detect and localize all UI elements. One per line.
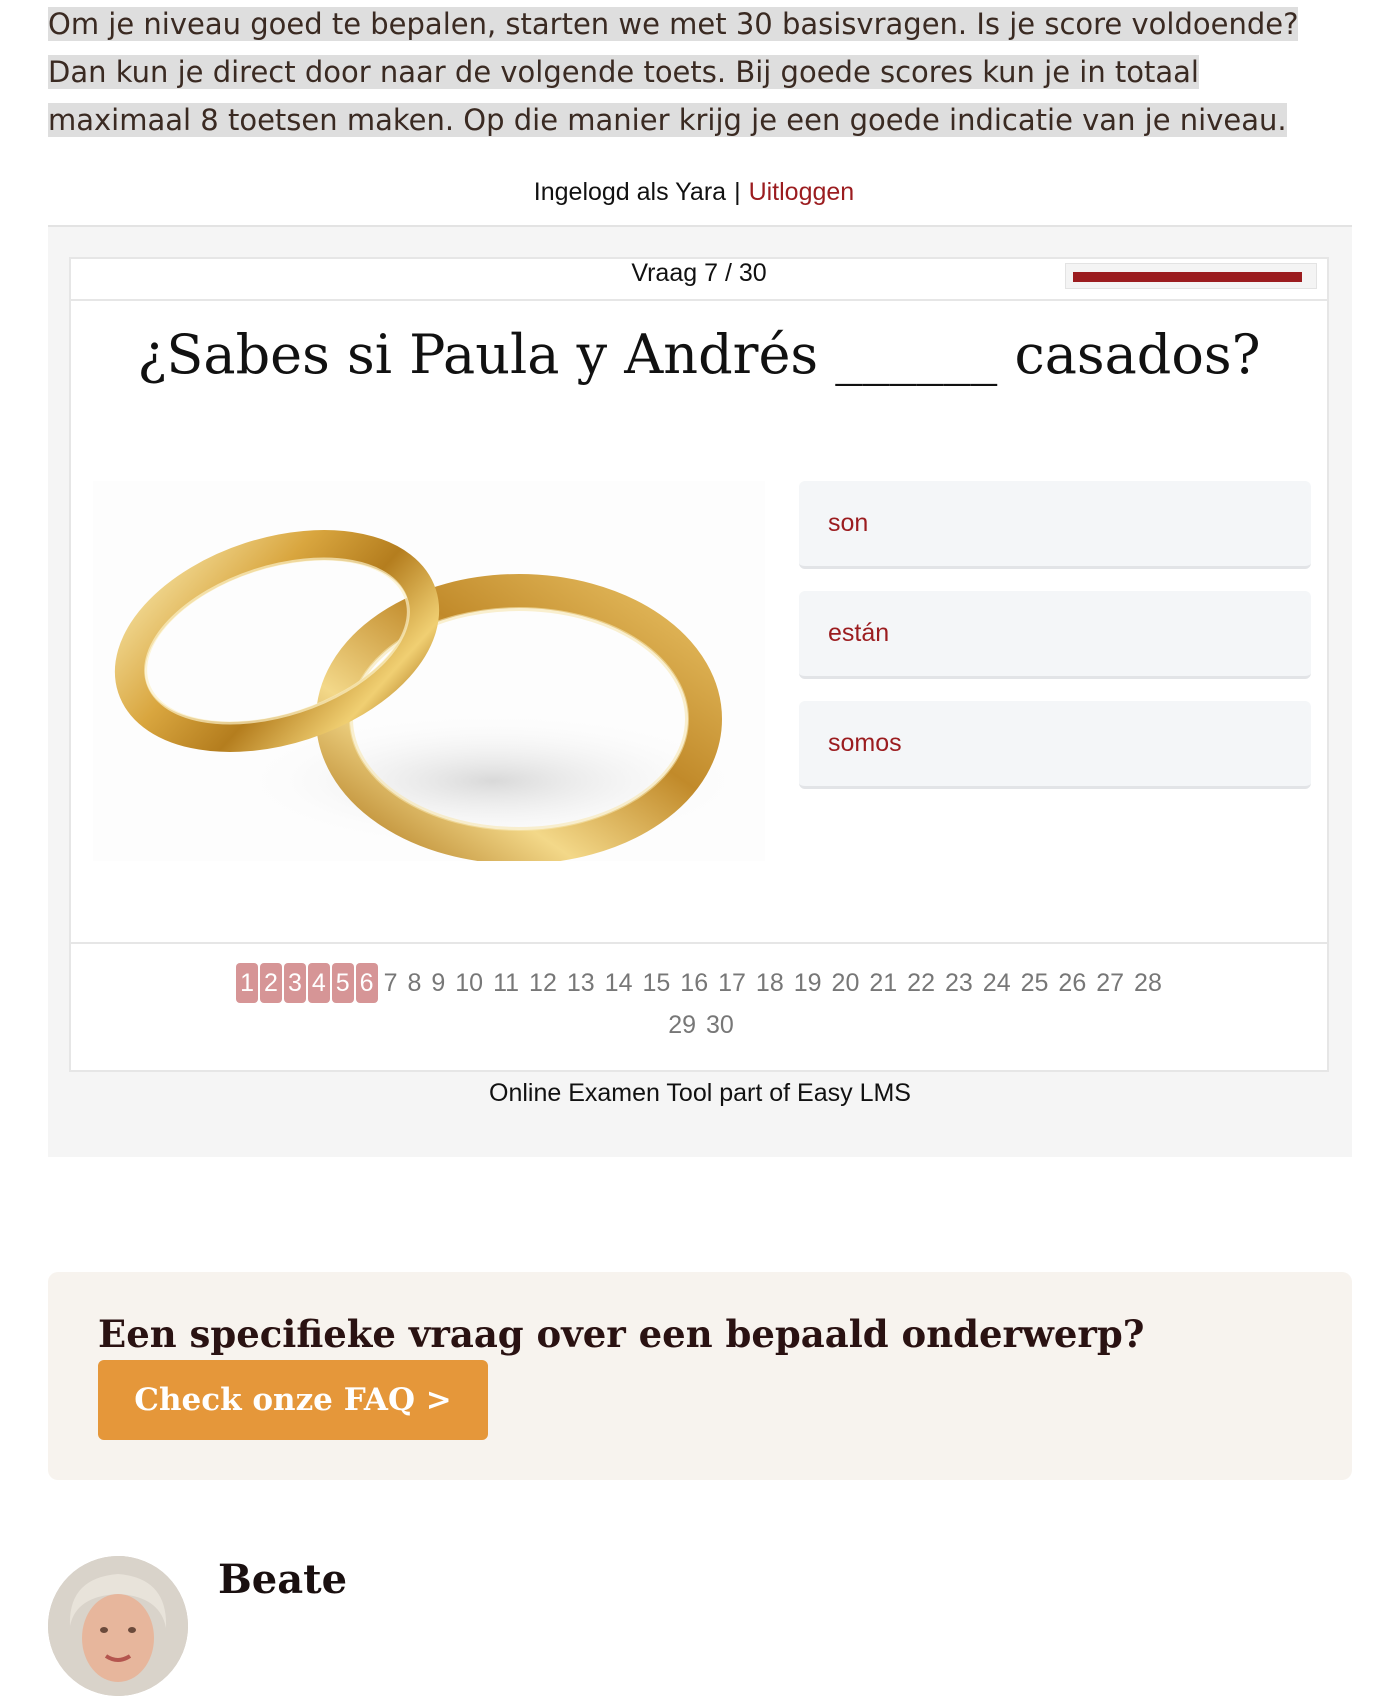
- page-link-17[interactable]: 17: [718, 962, 746, 1004]
- question-text: ¿Sabes si Paula y Andrés ______ casados?: [137, 323, 1261, 386]
- faq-button[interactable]: Check onze FAQ >: [98, 1360, 488, 1440]
- answer-option-somos[interactable]: somos: [799, 701, 1311, 789]
- logout-link[interactable]: Uitloggen: [749, 178, 855, 206]
- page-link-25[interactable]: 25: [1021, 962, 1049, 1004]
- page-link-3[interactable]: 3: [283, 963, 306, 1003]
- author-name: Beate: [218, 1556, 348, 1603]
- exam-header: Vraag 7 / 30: [71, 259, 1327, 301]
- page-link-13[interactable]: 13: [567, 962, 595, 1004]
- login-separator: |: [734, 178, 741, 206]
- answer-option-son[interactable]: son: [799, 481, 1311, 569]
- answer-list: son están somos: [799, 481, 1311, 811]
- page-link-23[interactable]: 23: [945, 962, 973, 1004]
- faq-title: Een specifieke vraag over een bepaald on…: [98, 1312, 1145, 1356]
- page-link-18[interactable]: 18: [756, 962, 784, 1004]
- page-link-28[interactable]: 28: [1134, 962, 1162, 1004]
- page-link-1[interactable]: 1: [236, 963, 259, 1003]
- exam-pagination-area: 1 2 3 4 5 6 7 8 9 10 11 12 13 14 15 16 17 18 19 20 21 22 23 24 2…: [71, 942, 1327, 1072]
- exam-panel: Vraag 7 / 30 ¿Sabes si Paula y Andrés __…: [69, 257, 1329, 1072]
- page-link-21[interactable]: 21: [869, 962, 897, 1004]
- login-status: Ingelogd als Yara | Uitloggen: [0, 178, 1388, 207]
- page-link-16[interactable]: 16: [680, 962, 708, 1004]
- page-link-7[interactable]: 7: [384, 962, 398, 1004]
- page-link-12[interactable]: 12: [529, 962, 557, 1004]
- page-link-6[interactable]: 6: [355, 963, 378, 1003]
- faq-card: Een specifieke vraag over een bepaald on…: [48, 1272, 1352, 1480]
- author-block: Beate: [48, 1556, 548, 1696]
- page-link-8[interactable]: 8: [407, 962, 421, 1004]
- page-link-10[interactable]: 10: [455, 962, 483, 1004]
- powered-by: Online Examen Tool part of Easy LMS: [489, 1079, 911, 1107]
- avatar: [48, 1556, 188, 1696]
- page-link-20[interactable]: 20: [832, 962, 860, 1004]
- exam-container: Vraag 7 / 30 ¿Sabes si Paula y Andrés __…: [48, 225, 1352, 1157]
- progress-bar: [1065, 263, 1317, 289]
- page-link-27[interactable]: 27: [1096, 962, 1124, 1004]
- answer-option-estan[interactable]: están: [799, 591, 1311, 679]
- intro-text: Om je niveau goed te bepalen, starten we…: [48, 0, 1344, 144]
- page-link-2[interactable]: 2: [260, 963, 282, 1003]
- page-link-24[interactable]: 24: [983, 962, 1011, 1004]
- page-link-4[interactable]: 4: [307, 963, 330, 1003]
- page-link-26[interactable]: 26: [1058, 962, 1086, 1004]
- page-link-29[interactable]: 29: [668, 1004, 696, 1046]
- page-link-9[interactable]: 9: [431, 962, 445, 1004]
- page-link-22[interactable]: 22: [907, 962, 935, 1004]
- page-link-30[interactable]: 30: [706, 1004, 734, 1046]
- page-link-15[interactable]: 15: [642, 962, 670, 1004]
- wedding-rings-image: [93, 481, 765, 861]
- page-link-14[interactable]: 14: [605, 962, 633, 1004]
- page-link-5[interactable]: 5: [331, 963, 354, 1003]
- question-pager: 1 2 3 4 5 6 7 8 9 10 11 12 13 14 15 16 17 18 19 20 21 22 23 24 2…: [221, 962, 1181, 1046]
- intro-highlight: Om je niveau goed te bepalen, starten we…: [48, 7, 1299, 137]
- logged-in-label: Ingelogd als Yara: [533, 178, 727, 206]
- page-link-11[interactable]: 11: [493, 962, 519, 1004]
- page-link-19[interactable]: 19: [794, 962, 822, 1004]
- progress-bar-fill: [1073, 272, 1302, 282]
